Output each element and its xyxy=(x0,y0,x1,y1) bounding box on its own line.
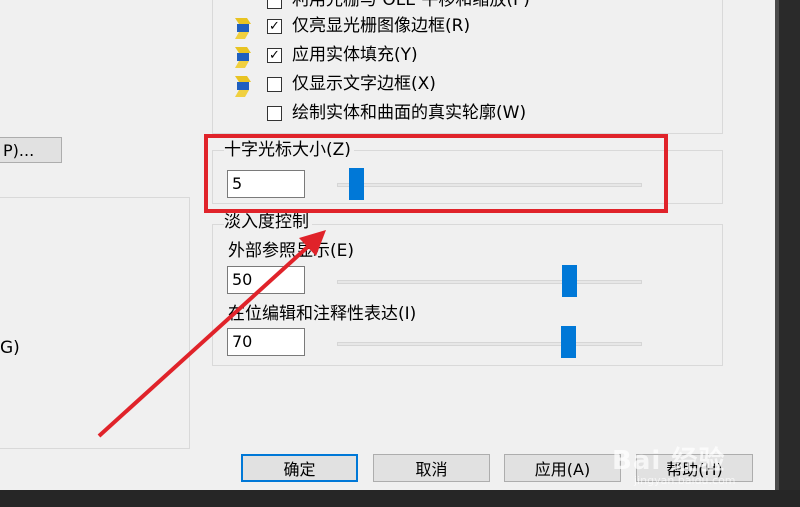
annotation-overlay xyxy=(97,134,668,438)
baidu-watermark-url: jingyan.baidu.com xyxy=(634,474,736,487)
baidu-watermark: Bai 经验 xyxy=(612,446,726,476)
annotation-highlight-box xyxy=(204,134,668,213)
annotation-arrow-line xyxy=(97,241,314,438)
